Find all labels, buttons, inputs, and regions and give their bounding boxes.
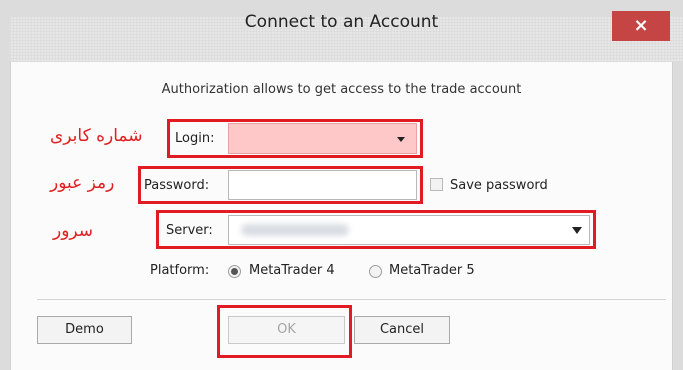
close-button[interactable]: × bbox=[612, 11, 670, 41]
login-label: Login: bbox=[175, 131, 215, 146]
server-combobox[interactable] bbox=[228, 215, 590, 245]
dialog-title: Connect to an Account bbox=[244, 12, 439, 32]
platform-mt4-label: MetaTrader 4 bbox=[249, 263, 335, 278]
save-password-checkbox[interactable] bbox=[430, 178, 443, 191]
radio-selected-dot bbox=[231, 268, 238, 275]
demo-button[interactable]: Demo bbox=[37, 316, 132, 344]
save-password-label: Save password bbox=[450, 178, 548, 193]
chevron-down-icon bbox=[572, 227, 582, 234]
annotation-login: شماره کابری bbox=[50, 126, 143, 146]
platform-mt5-label: MetaTrader 5 bbox=[389, 263, 475, 278]
server-label: Server: bbox=[166, 223, 213, 238]
description-text: Authorization allows to get access to th… bbox=[161, 82, 522, 97]
annotation-password: رمز عبور bbox=[50, 173, 115, 193]
cancel-button[interactable]: Cancel bbox=[354, 316, 450, 344]
platform-mt5-radio[interactable] bbox=[369, 265, 382, 278]
ok-button[interactable]: OK bbox=[228, 316, 345, 344]
close-icon: × bbox=[633, 15, 649, 36]
dialog-window: Connect to an Account × Authorization al… bbox=[0, 0, 683, 370]
login-combobox[interactable] bbox=[228, 123, 417, 154]
chevron-down-icon bbox=[397, 137, 405, 142]
annotation-server: سرور bbox=[53, 221, 94, 241]
platform-label: Platform: bbox=[150, 263, 210, 278]
platform-mt4-radio[interactable] bbox=[228, 265, 241, 278]
password-field[interactable] bbox=[228, 170, 417, 200]
server-blurred-text bbox=[241, 224, 349, 236]
password-label: Password: bbox=[144, 178, 210, 193]
separator bbox=[37, 299, 666, 300]
